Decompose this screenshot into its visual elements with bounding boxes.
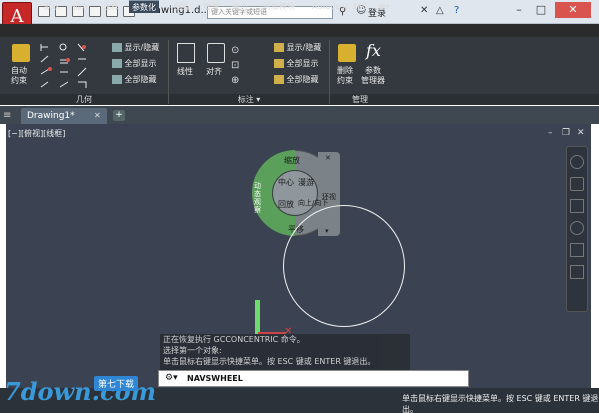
viewport-restore-icon[interactable]: ❐ (562, 128, 570, 138)
viewcube-icon[interactable] (570, 155, 584, 169)
wheel-zoom[interactable]: 缩放 (284, 155, 300, 166)
tab-default[interactable]: 默认 (41, 0, 63, 13)
orbit-icon[interactable] (570, 243, 584, 257)
zoom-icon[interactable] (570, 221, 584, 235)
showmotion-icon[interactable] (570, 265, 584, 279)
tab-view[interactable]: 视图 (170, 0, 192, 13)
wheel-look[interactable]: 环视 (322, 192, 336, 202)
navigation-bar[interactable] (566, 146, 588, 312)
aligned-dimension-icon[interactable] (207, 43, 225, 63)
minimize-button[interactable]: – (509, 2, 529, 18)
geo-show-all-button[interactable]: 全部显示 (112, 59, 157, 69)
help-icon[interactable]: ? (454, 5, 459, 16)
parameters-manager-button[interactable]: 参数 管理器 (361, 66, 385, 86)
show-all-icon (112, 59, 122, 68)
geometry-group-label[interactable]: 几何 (0, 94, 168, 105)
dim-show-hide-button[interactable]: 显示/隐藏 (274, 43, 321, 53)
linear-dimension-icon[interactable] (177, 43, 195, 63)
geo-hide-all-button[interactable]: 全部隐藏 (112, 75, 157, 85)
show-hide-icon (112, 43, 122, 52)
auto-constrain-icon[interactable] (12, 44, 30, 62)
ribbon-tab-bar (0, 24, 599, 37)
wheel-orbit[interactable]: 动态观察 (254, 182, 266, 214)
tab-addins[interactable]: 附加模块 (260, 0, 298, 13)
command-input[interactable]: NAVSWHEEL (187, 374, 243, 383)
wheel-center[interactable]: 中心 (278, 177, 294, 188)
geometric-constraints-grid (38, 42, 98, 92)
new-tab-button[interactable]: + (113, 110, 125, 121)
hide-all-icon (112, 75, 122, 84)
exchange-icon[interactable]: ✕ (420, 5, 428, 16)
dimension-tools-icons[interactable]: ⊙ ⊡ ⊕ (231, 43, 243, 87)
wheel-close-icon[interactable]: ✕ (325, 154, 331, 162)
maximize-button[interactable]: □ (531, 2, 551, 18)
aligned-dimension-button[interactable]: 对齐 (206, 67, 222, 77)
tab-annotate[interactable]: 注释 (100, 0, 122, 13)
tab-parametric[interactable]: 参数化 (129, 0, 159, 13)
wheel-rewind[interactable]: 回放 (278, 199, 294, 210)
dim-hide-all-button[interactable]: 全部隐藏 (274, 75, 319, 85)
dim-show-all-icon (274, 59, 284, 68)
delete-constraints-icon[interactable] (338, 44, 356, 62)
command-icon[interactable]: ⚙▾ (165, 373, 178, 383)
viewport-close-icon[interactable]: ✕ (577, 128, 585, 138)
tab-insert[interactable]: 插入 (70, 0, 92, 13)
dim-show-all-button[interactable]: 全部显示 (274, 59, 319, 69)
history-line: 选择第一个对象: (163, 346, 222, 355)
auto-constrain-button[interactable]: 自动 约束 (11, 66, 27, 86)
ucs-y-axis (255, 300, 260, 334)
autodesk-icon[interactable]: △ (436, 5, 444, 16)
ribbon-footer (390, 94, 599, 105)
history-line: 单击鼠标右键显示快捷菜单。按 ESC 键或 ENTER 键退出。 (163, 357, 376, 366)
command-history: 正在恢复执行 GCCONCENTRIC 命令。 选择第一个对象: 单击鼠标右键显… (160, 334, 410, 370)
close-button[interactable]: ✕ (555, 2, 591, 18)
manage-group-label: 管理 (330, 94, 390, 105)
linear-dimension-button[interactable]: 线性 (177, 67, 193, 77)
geo-show-hide-button[interactable]: 显示/隐藏 (112, 43, 159, 53)
steering-wheel-icon[interactable] (570, 177, 584, 191)
tab-featured-apps[interactable]: ▣▾ (375, 0, 393, 13)
close-tab-icon[interactable]: ✕ (94, 111, 101, 120)
delete-constraints-button[interactable]: 删除 约束 (337, 66, 353, 86)
tab-menu-icon[interactable]: ≡ (3, 110, 11, 121)
watermark-badge: 第七下载 (94, 376, 139, 391)
drawn-circle[interactable] (283, 205, 405, 327)
viewport-minimize-icon[interactable]: – (548, 128, 553, 138)
history-line: 正在恢复执行 GCCONCENTRIC 命令。 (163, 335, 305, 344)
dimensional-group-label[interactable]: 标注 ▾ (169, 94, 329, 105)
wheel-walk[interactable]: 漫游 (298, 177, 314, 188)
dim-show-hide-icon (274, 43, 284, 52)
tab-output[interactable]: 输出 (229, 0, 251, 13)
pan-icon[interactable] (570, 199, 584, 213)
viewport-controls[interactable]: [−][俯视][线框] (8, 128, 65, 139)
status-text: 单击鼠标右键显示快捷菜单。按 ESC 键或 ENTER 键退出。 (402, 394, 599, 413)
tab-autodesk-360[interactable]: Autodesk 360 (309, 0, 370, 13)
tab-manage[interactable]: 管理 (200, 0, 222, 13)
fx-icon[interactable]: fx (366, 41, 381, 60)
command-line[interactable]: ⚙▾ NAVSWHEEL (158, 370, 469, 387)
dim-hide-all-icon (274, 75, 284, 84)
